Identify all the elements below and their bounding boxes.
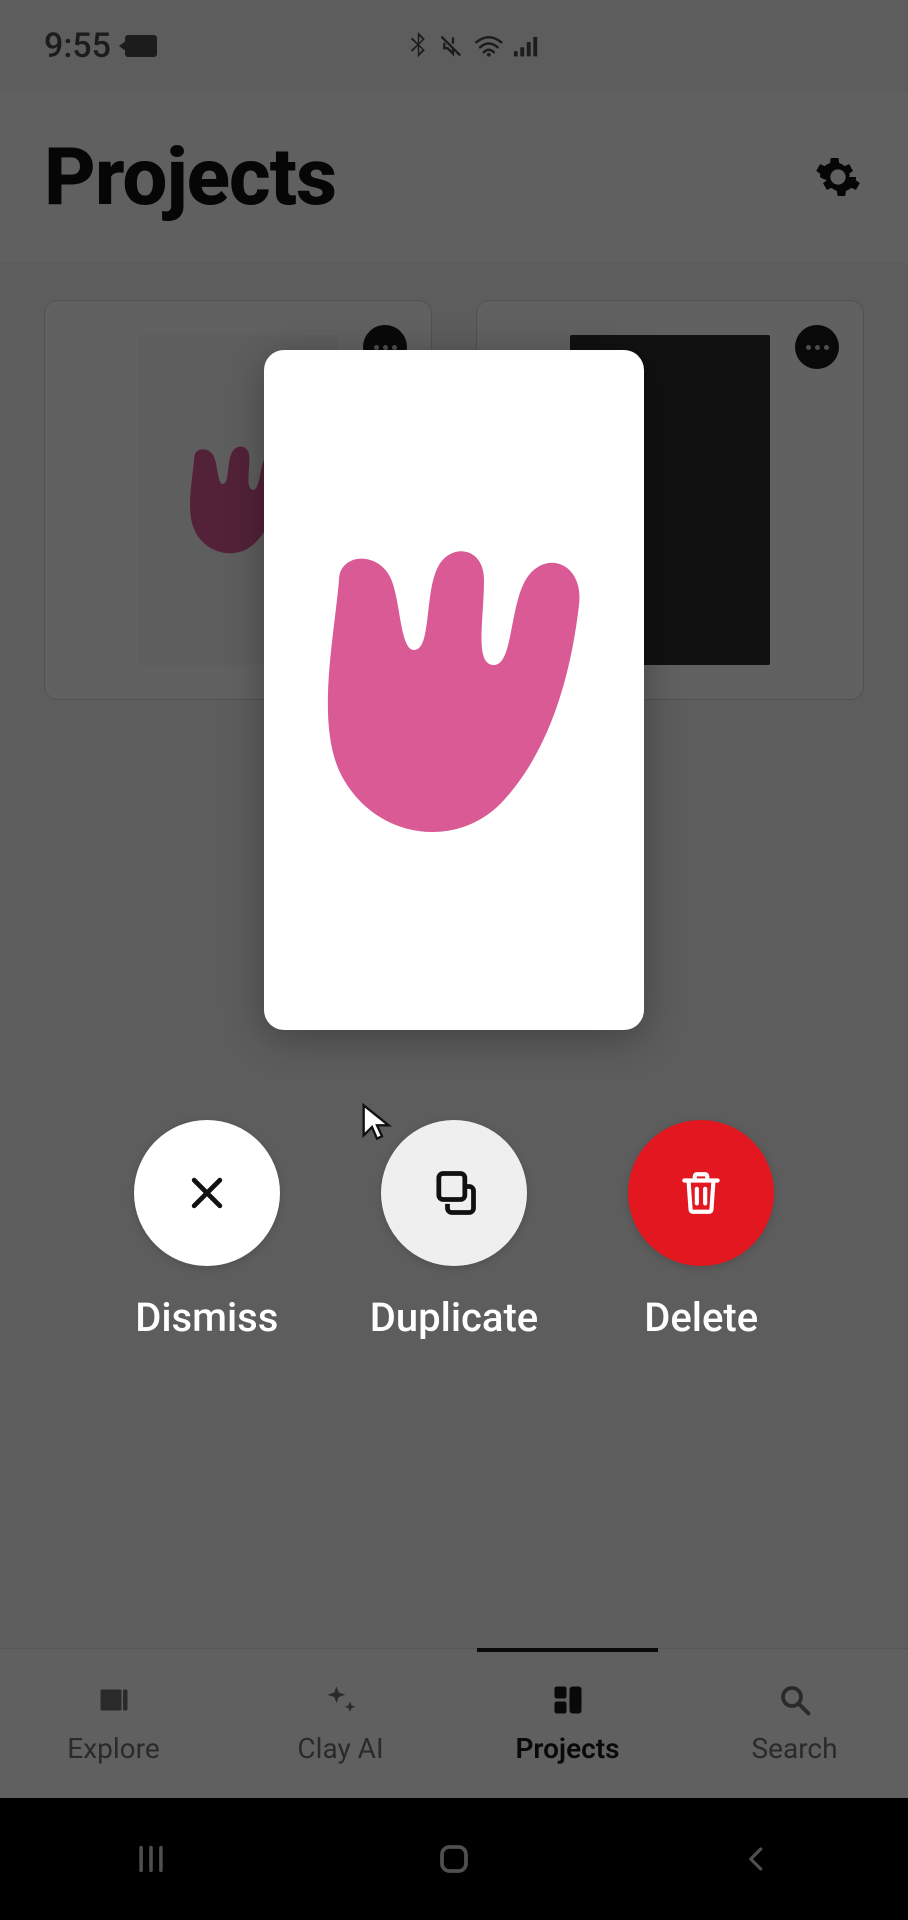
action-label: Delete — [644, 1294, 758, 1341]
dismiss-button[interactable] — [134, 1120, 280, 1266]
modal-actions: Dismiss Duplicate Delete — [0, 1120, 908, 1341]
project-artwork — [304, 545, 604, 835]
action-label: Duplicate — [370, 1294, 538, 1341]
duplicate-action: Duplicate — [370, 1120, 538, 1341]
close-icon — [185, 1171, 229, 1215]
trash-icon — [676, 1168, 726, 1218]
duplicate-icon — [428, 1167, 480, 1219]
duplicate-button[interactable] — [381, 1120, 527, 1266]
dismiss-action: Dismiss — [134, 1120, 280, 1341]
delete-action: Delete — [628, 1120, 774, 1341]
delete-button[interactable] — [628, 1120, 774, 1266]
app-screen: 9:55 Projects — [0, 0, 908, 1920]
action-label: Dismiss — [135, 1294, 278, 1341]
project-preview — [264, 350, 644, 1030]
